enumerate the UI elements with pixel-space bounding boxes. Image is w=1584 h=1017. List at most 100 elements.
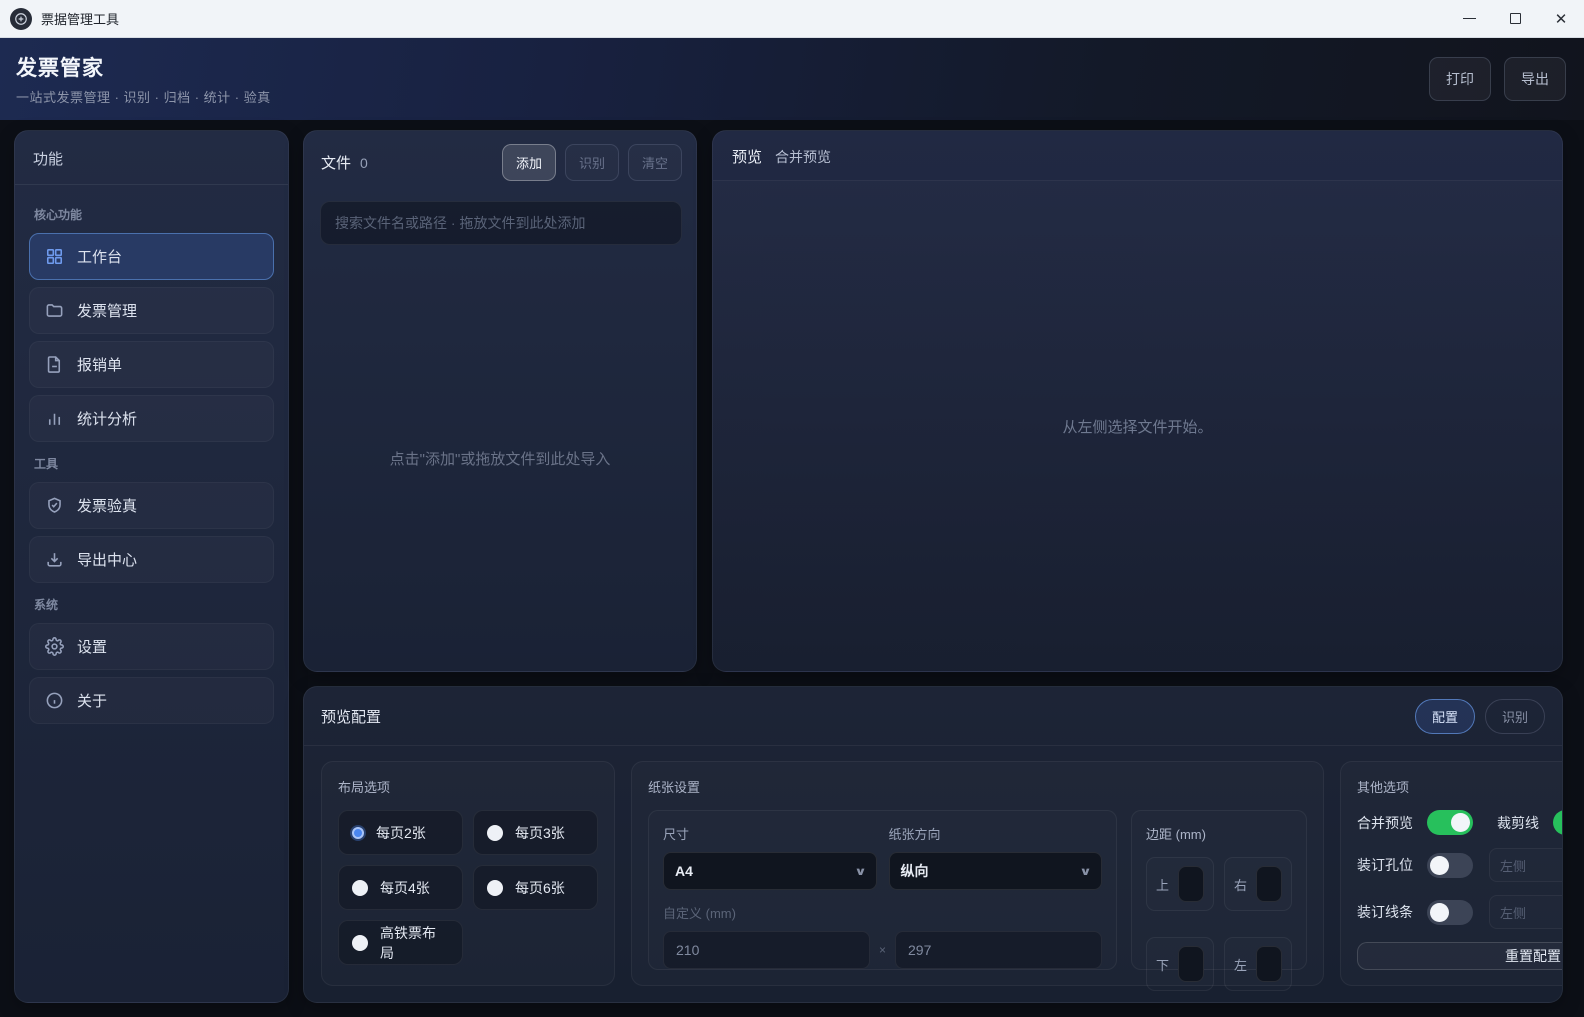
file-drop-zone[interactable]: 点击"添加"或拖放文件到此处导入 [304, 245, 696, 671]
file-panel: 文件 0 添加 识别 清空 点击"添加"或拖放文件到此处导入 [303, 130, 697, 672]
layout-option-4-per-page[interactable]: 每页4张 [338, 865, 463, 910]
margin-right-box: 右 [1224, 857, 1292, 911]
layout-card-title: 布局选项 [338, 777, 598, 796]
custom-width-input[interactable] [663, 931, 870, 969]
paper-settings-card: 纸张设置 尺寸 A4 ∨ [631, 761, 1324, 986]
preview-canvas: 从左侧选择文件开始。 [713, 181, 1562, 671]
shield-check-icon [45, 496, 64, 515]
folder-icon [45, 301, 64, 320]
print-button[interactable]: 打印 [1429, 57, 1491, 101]
sidebar-item-about[interactable]: 关于 [29, 677, 274, 724]
maximize-button[interactable] [1492, 0, 1538, 37]
preview-config-panel: 预览配置 配置 识别 布局选项 每页2张 每页3 [303, 686, 1563, 1003]
binding-line-side-select[interactable]: 左侧 ∨ [1489, 895, 1563, 929]
line-side-value: 左侧 [1500, 903, 1526, 922]
close-icon: ✕ [1555, 10, 1568, 28]
binding-holes-label: 装订孔位 [1357, 855, 1419, 875]
close-button[interactable]: ✕ [1538, 0, 1584, 37]
layout-option-train-ticket[interactable]: 高铁票布局 [338, 920, 463, 965]
export-button[interactable]: 导出 [1504, 57, 1566, 101]
sidebar-section-core: 核心功能 [34, 206, 269, 223]
radio-icon [352, 880, 368, 896]
file-search-input[interactable] [320, 201, 682, 245]
margin-left-input[interactable] [1256, 946, 1282, 982]
main-area: 功能 核心功能 工作台 发票管理 报销单 统计分析 工具 发票验 [0, 120, 1584, 1017]
sidebar-item-label: 工作台 [77, 246, 122, 267]
minimize-button[interactable] [1446, 0, 1492, 37]
option-label: 每页4张 [380, 878, 430, 898]
option-label: 每页6张 [515, 878, 565, 898]
sidebar-item-label: 报销单 [77, 354, 122, 375]
layout-options-card: 布局选项 每页2张 每页3张 每页4张 [321, 761, 615, 986]
paper-size-select[interactable]: A4 ∨ [663, 852, 877, 890]
crop-line-label: 裁剪线 [1497, 813, 1545, 833]
download-icon [45, 550, 64, 569]
other-card-title: 其他选项 [1357, 777, 1563, 796]
preview-empty-text: 从左侧选择文件开始。 [1062, 416, 1212, 437]
chevron-down-icon: ∨ [1079, 865, 1092, 878]
layout-option-2-per-page[interactable]: 每页2张 [338, 810, 463, 855]
sidebar-item-statistics[interactable]: 统计分析 [29, 395, 274, 442]
sidebar-item-reimbursement[interactable]: 报销单 [29, 341, 274, 388]
preview-mode-label: 合并预览 [775, 147, 831, 167]
sidebar: 功能 核心功能 工作台 发票管理 报销单 统计分析 工具 发票验 [14, 130, 289, 1003]
binding-line-label: 装订线条 [1357, 902, 1419, 922]
sidebar-item-label: 设置 [77, 636, 107, 657]
margin-top-input[interactable] [1178, 866, 1204, 902]
paper-size-value: A4 [675, 863, 693, 879]
margin-bottom-box: 下 [1146, 937, 1214, 991]
holes-side-value: 左侧 [1500, 856, 1526, 875]
add-file-button[interactable]: 添加 [502, 144, 556, 181]
sidebar-item-label: 统计分析 [77, 408, 137, 429]
page-subtitle: 一站式发票管理 · 识别 · 归档 · 统计 · 验真 [16, 87, 271, 106]
tab-recognize[interactable]: 识别 [1485, 699, 1545, 734]
custom-height-input[interactable] [895, 931, 1102, 969]
document-icon [45, 355, 64, 374]
chevron-down-icon: ∨ [854, 865, 867, 878]
sidebar-item-label: 发票验真 [77, 495, 137, 516]
paper-card-title: 纸张设置 [648, 777, 1307, 796]
tab-config[interactable]: 配置 [1415, 699, 1475, 734]
margin-left-box: 左 [1224, 937, 1292, 991]
sidebar-title: 功能 [15, 131, 288, 185]
crop-line-toggle[interactable] [1553, 810, 1563, 835]
orientation-select[interactable]: 纵向 ∨ [889, 852, 1103, 890]
binding-holes-toggle[interactable] [1427, 853, 1473, 878]
sidebar-item-workbench[interactable]: 工作台 [29, 233, 274, 280]
toggle-knob [1451, 813, 1470, 832]
recognize-files-button[interactable]: 识别 [565, 144, 619, 181]
custom-size-label: 自定义 (mm) [663, 903, 1102, 922]
sidebar-item-export-center[interactable]: 导出中心 [29, 536, 274, 583]
sidebar-item-invoice-verify[interactable]: 发票验真 [29, 482, 274, 529]
file-panel-title: 文件 [321, 152, 351, 173]
preview-title: 预览 [732, 146, 762, 167]
toggle-knob [1430, 856, 1449, 875]
sidebar-item-invoice-management[interactable]: 发票管理 [29, 287, 274, 334]
sidebar-item-settings[interactable]: 设置 [29, 623, 274, 670]
layout-option-6-per-page[interactable]: 每页6张 [473, 865, 598, 910]
reset-config-button[interactable]: 重置配置 [1357, 942, 1563, 970]
info-icon [45, 691, 64, 710]
binding-line-toggle[interactable] [1427, 900, 1473, 925]
margin-left-label: 左 [1234, 955, 1247, 974]
grid-icon [45, 247, 64, 266]
binding-holes-side-select[interactable]: 左侧 ∨ [1489, 848, 1563, 882]
option-label: 每页3张 [515, 823, 565, 843]
size-label: 尺寸 [663, 824, 877, 843]
sidebar-item-label: 发票管理 [77, 300, 137, 321]
merge-preview-label: 合并预览 [1357, 813, 1419, 833]
option-label: 高铁票布局 [380, 923, 449, 963]
window-title: 票据管理工具 [41, 9, 119, 28]
clear-files-button[interactable]: 清空 [628, 144, 682, 181]
margin-bottom-input[interactable] [1178, 946, 1204, 982]
margin-right-input[interactable] [1256, 866, 1282, 902]
file-empty-text: 点击"添加"或拖放文件到此处导入 [390, 448, 611, 469]
orientation-label: 纸张方向 [889, 824, 1103, 843]
layout-option-3-per-page[interactable]: 每页3张 [473, 810, 598, 855]
margins-title: 边距 (mm) [1146, 824, 1292, 843]
app-logo-icon [10, 8, 32, 30]
radio-selected-icon [352, 827, 364, 839]
toggle-knob [1430, 903, 1449, 922]
titlebar: 票据管理工具 ✕ [0, 0, 1584, 38]
merge-preview-toggle[interactable] [1427, 810, 1473, 835]
